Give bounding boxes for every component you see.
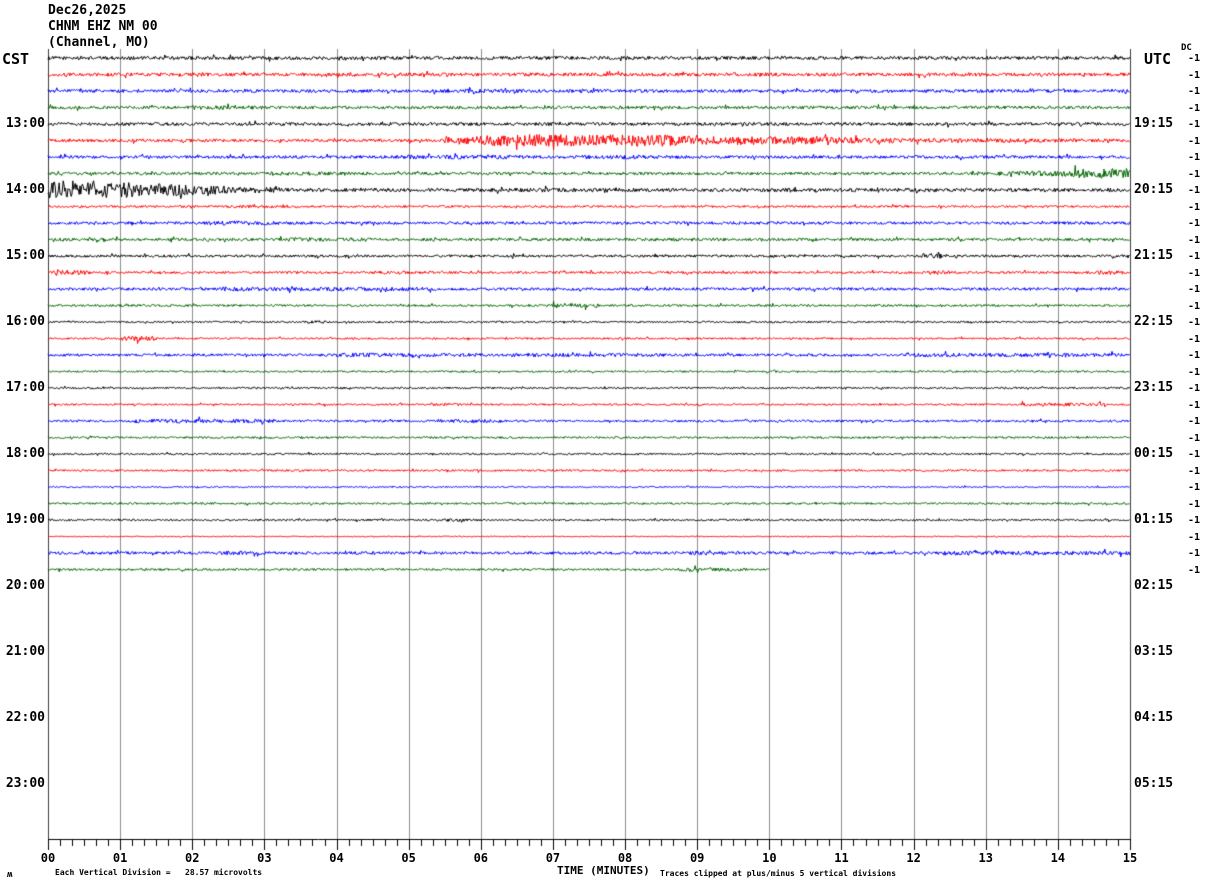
helicorder-page: Dec26,2025 CHNM EHZ NM 00 (Channel, MO) … [0,0,1210,886]
helicorder-plot-canvas [0,0,1210,886]
waveform-mark-icon: ʍ [7,870,13,880]
right-timezone-label: UTC [1144,50,1172,68]
x-axis-title: TIME (MINUTES) [557,864,650,877]
station-code: CHNM EHZ NM 00 [48,19,158,34]
dc-offset-header: DC [1181,43,1192,53]
left-timezone-label: CST [2,50,30,68]
vertical-division-note: Each Vertical Division = 28.57 microvolt… [55,868,263,877]
clipping-note: Traces clipped at plus/minus 5 vertical … [660,869,897,878]
station-location: (Channel, MO) [48,35,150,50]
plot-date: Dec26,2025 [48,3,127,18]
